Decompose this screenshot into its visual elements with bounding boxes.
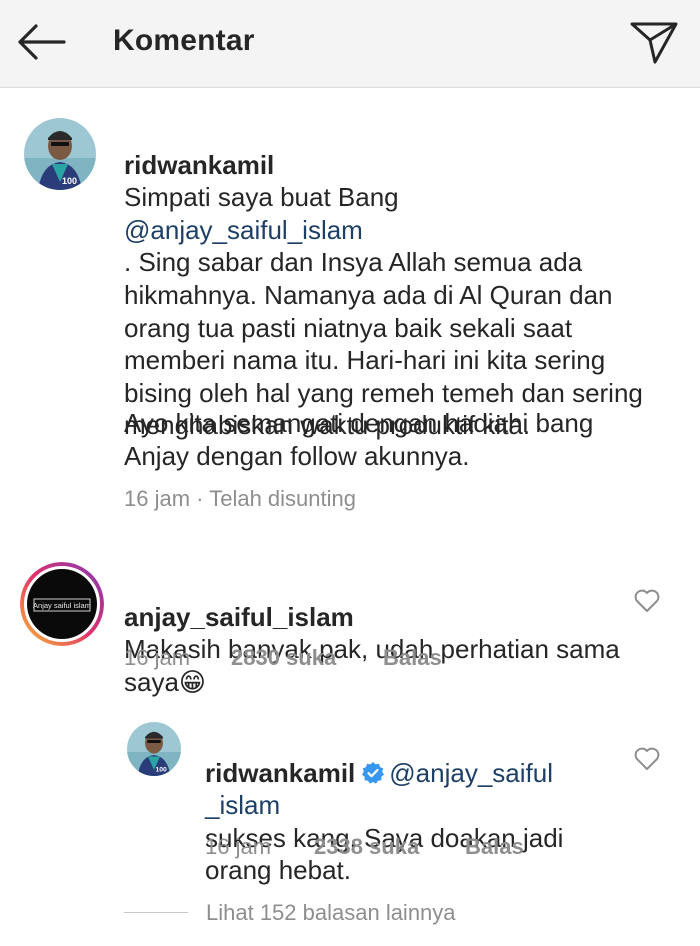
reply-button[interactable]: Balas [383,645,442,671]
comment-mention[interactable]: @anjay_saiful_islam [124,215,363,245]
heart-icon [634,589,660,612]
reply-button[interactable]: Balas [465,834,524,860]
edited-label: · Telah disunting [196,486,356,511]
avatar[interactable]: 100 [24,118,96,190]
verified-badge-icon [362,761,385,784]
reply-label: Balas [383,645,442,670]
back-button[interactable] [14,20,68,64]
comment-time: 16 jam [205,834,272,859]
svg-text:100: 100 [156,767,168,774]
comment-paragraph: Ayo kita semangati dengan hadiahi bang A… [124,408,594,471]
reply-label: Balas [465,834,524,859]
comment-username[interactable]: ridwankamil [124,150,274,180]
comment-time: 16 jam [124,486,191,511]
page-title: Komentar [113,24,255,57]
comment-text: Makasih banyak pak, udah perhatian sama … [124,634,620,697]
view-more-replies-button[interactable]: Lihat 152 balasan lainnya [206,900,456,926]
comment-meta: 16 jam [205,834,271,860]
heart-icon [634,747,660,770]
comment-body: ridwankamil Simpati saya buat Bang @anja… [124,116,644,442]
comment-username[interactable]: anjay_saiful_islam [124,602,354,632]
share-button[interactable] [628,18,680,66]
svg-text:100: 100 [62,176,77,186]
arrow-left-icon [18,24,66,60]
avatar-label: Anjay saiful islam [33,601,91,610]
like-count[interactable]: 2338 suka [314,834,419,860]
like-count-label: 2830 suka [231,645,337,670]
like-count-label: 2338 suka [314,834,420,859]
comment-username[interactable]: ridwankamil [205,758,355,788]
comment-meta: 16 jam · Telah disunting [124,486,356,512]
paper-plane-icon [630,22,678,64]
like-button[interactable] [633,746,661,772]
comment-time: 16 jam [124,645,191,670]
avatar[interactable]: 100 [127,722,181,776]
comment-body: ridwankamil @anjay_saiful _islam sukses … [205,724,605,887]
comment-meta: 16 jam [124,645,190,671]
divider [124,912,188,913]
comment-body: anjay_saiful_islam Makasih banyak pak, u… [124,568,624,698]
comment-text: Simpati saya buat Bang [124,182,399,213]
top-bar: Komentar [0,0,700,88]
like-count[interactable]: 2830 suka [231,645,336,671]
like-button[interactable] [633,588,661,614]
avatar[interactable]: Anjay saiful islam [20,562,104,646]
